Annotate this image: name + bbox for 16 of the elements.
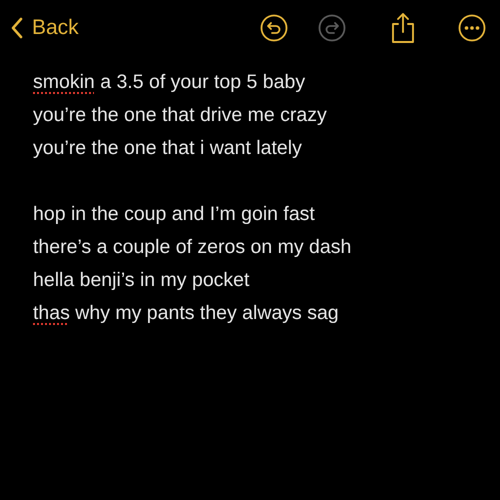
more-icon [458,14,486,42]
note-line: thas why my pants they always sag [33,301,339,326]
share-button[interactable] [390,12,416,44]
note-line: you’re the one that drive me crazy [33,103,327,128]
undo-button[interactable] [260,14,288,42]
note-line: you’re the one that i want lately [33,136,302,161]
chevron-left-icon [10,17,23,39]
note-line: hop in the coup and I’m goin fast [33,202,315,227]
note-line: smokin a 3.5 of your top 5 baby [33,70,306,95]
share-icon [390,12,416,44]
note-line: there’s a couple of zeros on my dash [33,235,352,260]
back-button[interactable]: Back [10,16,79,40]
more-button[interactable] [458,14,486,42]
undo-icon [260,14,288,42]
redo-icon [318,14,346,42]
note-line: hella benji’s in my pocket [33,268,250,293]
